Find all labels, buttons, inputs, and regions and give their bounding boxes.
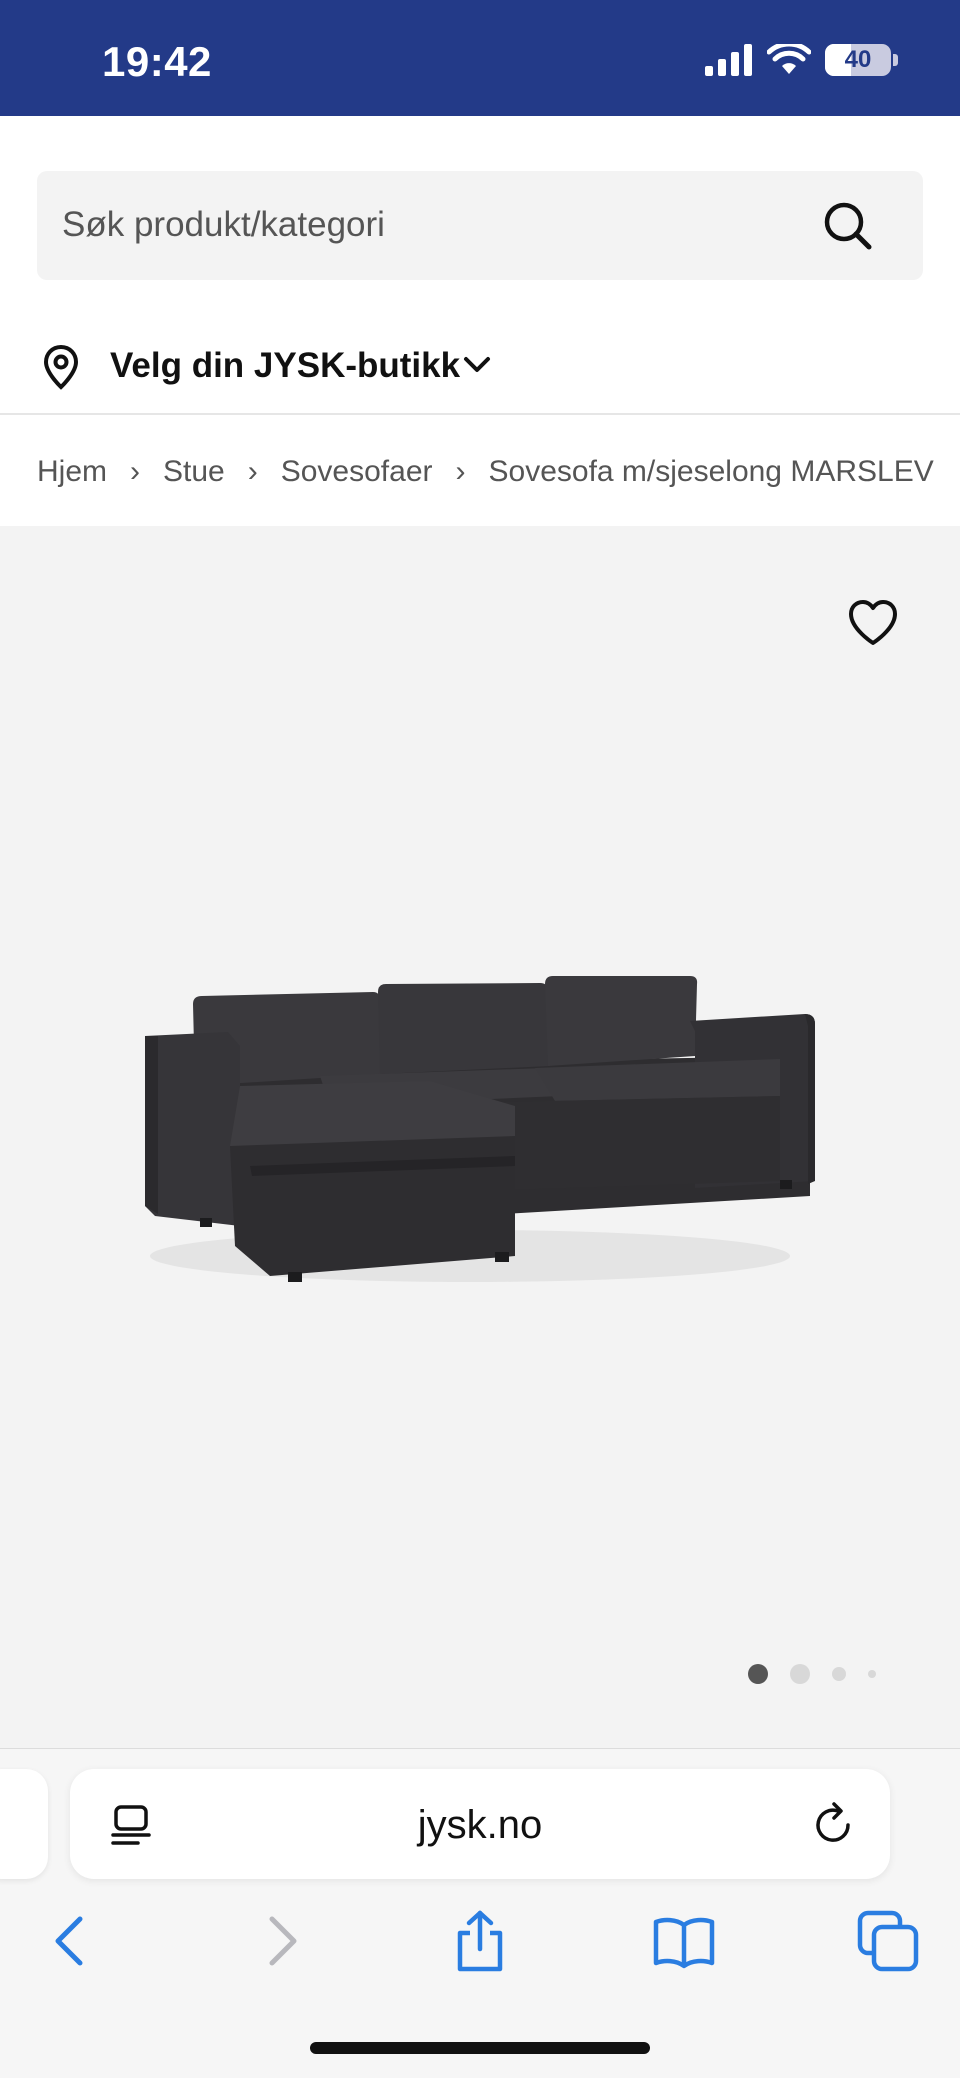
battery-level: 40 xyxy=(844,46,872,73)
forward-icon[interactable] xyxy=(248,1909,312,1973)
bookmarks-icon[interactable] xyxy=(652,1909,716,1973)
share-icon[interactable] xyxy=(448,1909,512,1973)
signal-icon xyxy=(705,44,752,76)
search-icon[interactable] xyxy=(823,201,873,251)
breadcrumb-item-home[interactable]: Hjem xyxy=(37,455,107,489)
gallery-pagination xyxy=(748,1664,876,1684)
breadcrumb: Hjem › Stue › Sovesofaer › Sovesofa m/sj… xyxy=(37,452,934,492)
breadcrumb-item-current: Sovesofa m/sjeselong MARSLEV xyxy=(488,455,934,488)
store-selector[interactable]: Velg din JYSK-butikk xyxy=(0,320,960,415)
status-bar: 19:42 40 xyxy=(0,0,960,116)
wifi-icon xyxy=(767,44,811,74)
tabs-icon[interactable] xyxy=(856,1909,920,1973)
back-icon[interactable] xyxy=(40,1909,104,1973)
status-time: 19:42 xyxy=(102,38,212,85)
pagination-dot[interactable] xyxy=(832,1667,846,1681)
breadcrumb-item-stue[interactable]: Stue xyxy=(163,455,225,489)
url-text: jysk.no xyxy=(417,1803,543,1847)
chevron-down-icon xyxy=(464,357,490,372)
location-pin-icon xyxy=(43,344,79,390)
status-icons: 40 xyxy=(705,44,898,76)
store-selector-label: Velg din JYSK-butikk xyxy=(110,346,461,385)
product-image-gallery[interactable] xyxy=(0,526,960,1748)
address-bar[interactable]: jysk.no xyxy=(70,1769,890,1879)
previous-tab-preview[interactable] xyxy=(0,1769,48,1879)
search-placeholder: Søk produkt/kategori xyxy=(62,205,385,244)
breadcrumb-separator: › xyxy=(455,455,466,488)
battery-icon: 40 xyxy=(825,44,891,76)
breadcrumb-item-sovesofaer[interactable]: Sovesofaer xyxy=(281,455,433,489)
heart-icon[interactable] xyxy=(846,598,900,648)
breadcrumb-separator: › xyxy=(247,455,258,488)
product-image xyxy=(145,976,815,1282)
reload-icon[interactable] xyxy=(812,1801,856,1847)
pagination-dot[interactable] xyxy=(868,1670,876,1678)
pagination-dot[interactable] xyxy=(790,1664,810,1684)
home-indicator[interactable] xyxy=(310,2042,650,2054)
browser-toolbar: jysk.no xyxy=(0,1748,960,2078)
browser-nav-row xyxy=(0,1909,960,1989)
pagination-dot-active[interactable] xyxy=(748,1664,768,1684)
search-input[interactable]: Søk produkt/kategori xyxy=(37,171,923,280)
breadcrumb-separator: › xyxy=(130,455,141,488)
